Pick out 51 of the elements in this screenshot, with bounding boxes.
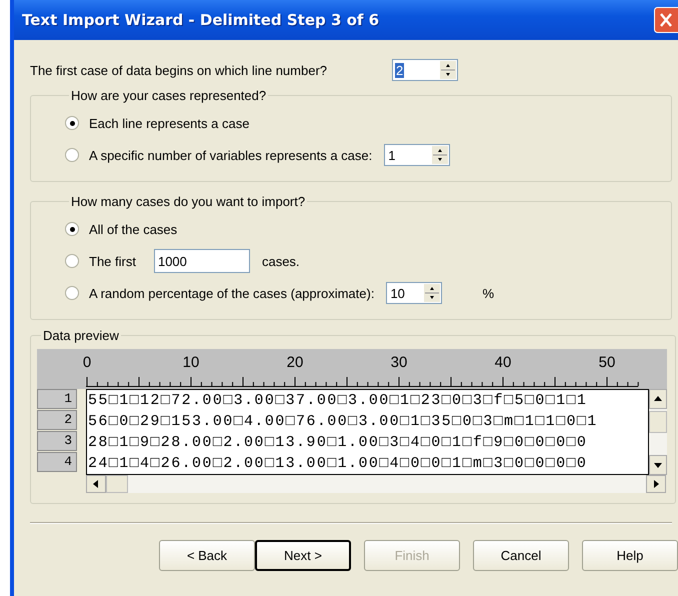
row-number: 3	[37, 431, 77, 451]
spin-arrows-icon[interactable]	[432, 146, 448, 164]
ruler-label: 50	[598, 354, 616, 371]
wizard-button[interactable]: Help	[582, 540, 678, 571]
group-title: How are your cases represented?	[70, 88, 268, 103]
percent-spinner[interactable]: 10	[386, 282, 442, 304]
row-number: 2	[37, 410, 77, 430]
radio-button[interactable]	[65, 254, 79, 268]
wizard-button[interactable]: Next >	[254, 540, 352, 571]
wizard-button[interactable]: Cancel	[473, 540, 570, 571]
unit-label: %	[482, 286, 494, 300]
data-line: 55□1□12□72.00□3.00□37.00□3.00□1□23□0□3□f□5□0□1□1	[88, 391, 588, 411]
scroll-up-icon[interactable]	[649, 389, 667, 409]
ruler-label: 40	[494, 354, 512, 371]
scroll-down-icon[interactable]	[649, 455, 667, 475]
radio-button[interactable]	[65, 286, 79, 300]
scroll-left-icon[interactable]	[86, 475, 106, 493]
option-label: The first	[89, 254, 136, 268]
option-label: Each line represents a case	[89, 116, 250, 130]
group-title: How many cases do you want to import?	[70, 194, 306, 209]
count-input-field[interactable]: 1000	[154, 249, 250, 273]
scroll-right-icon[interactable]	[646, 475, 666, 493]
radio-button[interactable]	[65, 116, 79, 130]
spin-arrows-icon[interactable]	[424, 284, 440, 302]
row-number: 4	[37, 452, 77, 472]
start-line-spinner[interactable]: 2	[392, 59, 458, 81]
data-line: 24□1□4□26.00□2.00□13.00□1.00□4□0□0□1□m□3□0□0□0□0	[88, 454, 588, 474]
radio-button[interactable]	[65, 148, 79, 162]
option-label: A specific number of variables represents a case:	[89, 148, 372, 162]
option-label: A random percentage of the cases (approximate):	[89, 286, 374, 300]
number-spinner[interactable]: 1	[384, 144, 450, 166]
close-icon[interactable]	[654, 7, 678, 33]
radio-button[interactable]	[65, 222, 79, 236]
ruler-label: 20	[286, 354, 304, 371]
wizard-button[interactable]: < Back	[159, 540, 255, 571]
vertical-scrollbar[interactable]	[649, 389, 667, 475]
ruler-label: 10	[182, 354, 200, 371]
row-number: 1	[37, 389, 77, 409]
option-label: All of the cases	[89, 222, 178, 236]
window-title: Text Import Wizard - Delimited Step 3 of 6	[22, 11, 380, 29]
ruler-label: 0	[82, 354, 92, 371]
unit-label: cases.	[262, 254, 300, 268]
scroll-thumb[interactable]	[106, 475, 128, 493]
ruler-label: 30	[390, 354, 408, 371]
start-line-label: The first case of data begins on which line number?	[30, 62, 328, 78]
spin-arrows-icon[interactable]	[440, 61, 456, 79]
data-line: 28□1□9□28.00□2.00□13.90□1.00□3□4□0□1□f□9□0□0□0□0	[88, 433, 588, 453]
horizontal-scrollbar[interactable]	[86, 475, 666, 493]
group-title: Data preview	[42, 328, 120, 343]
data-line: 56□0□29□153.00□4.00□76.00□3.00□1□35□0□3□m□1□1□0□1	[88, 412, 599, 432]
scroll-thumb[interactable]	[649, 411, 667, 433]
